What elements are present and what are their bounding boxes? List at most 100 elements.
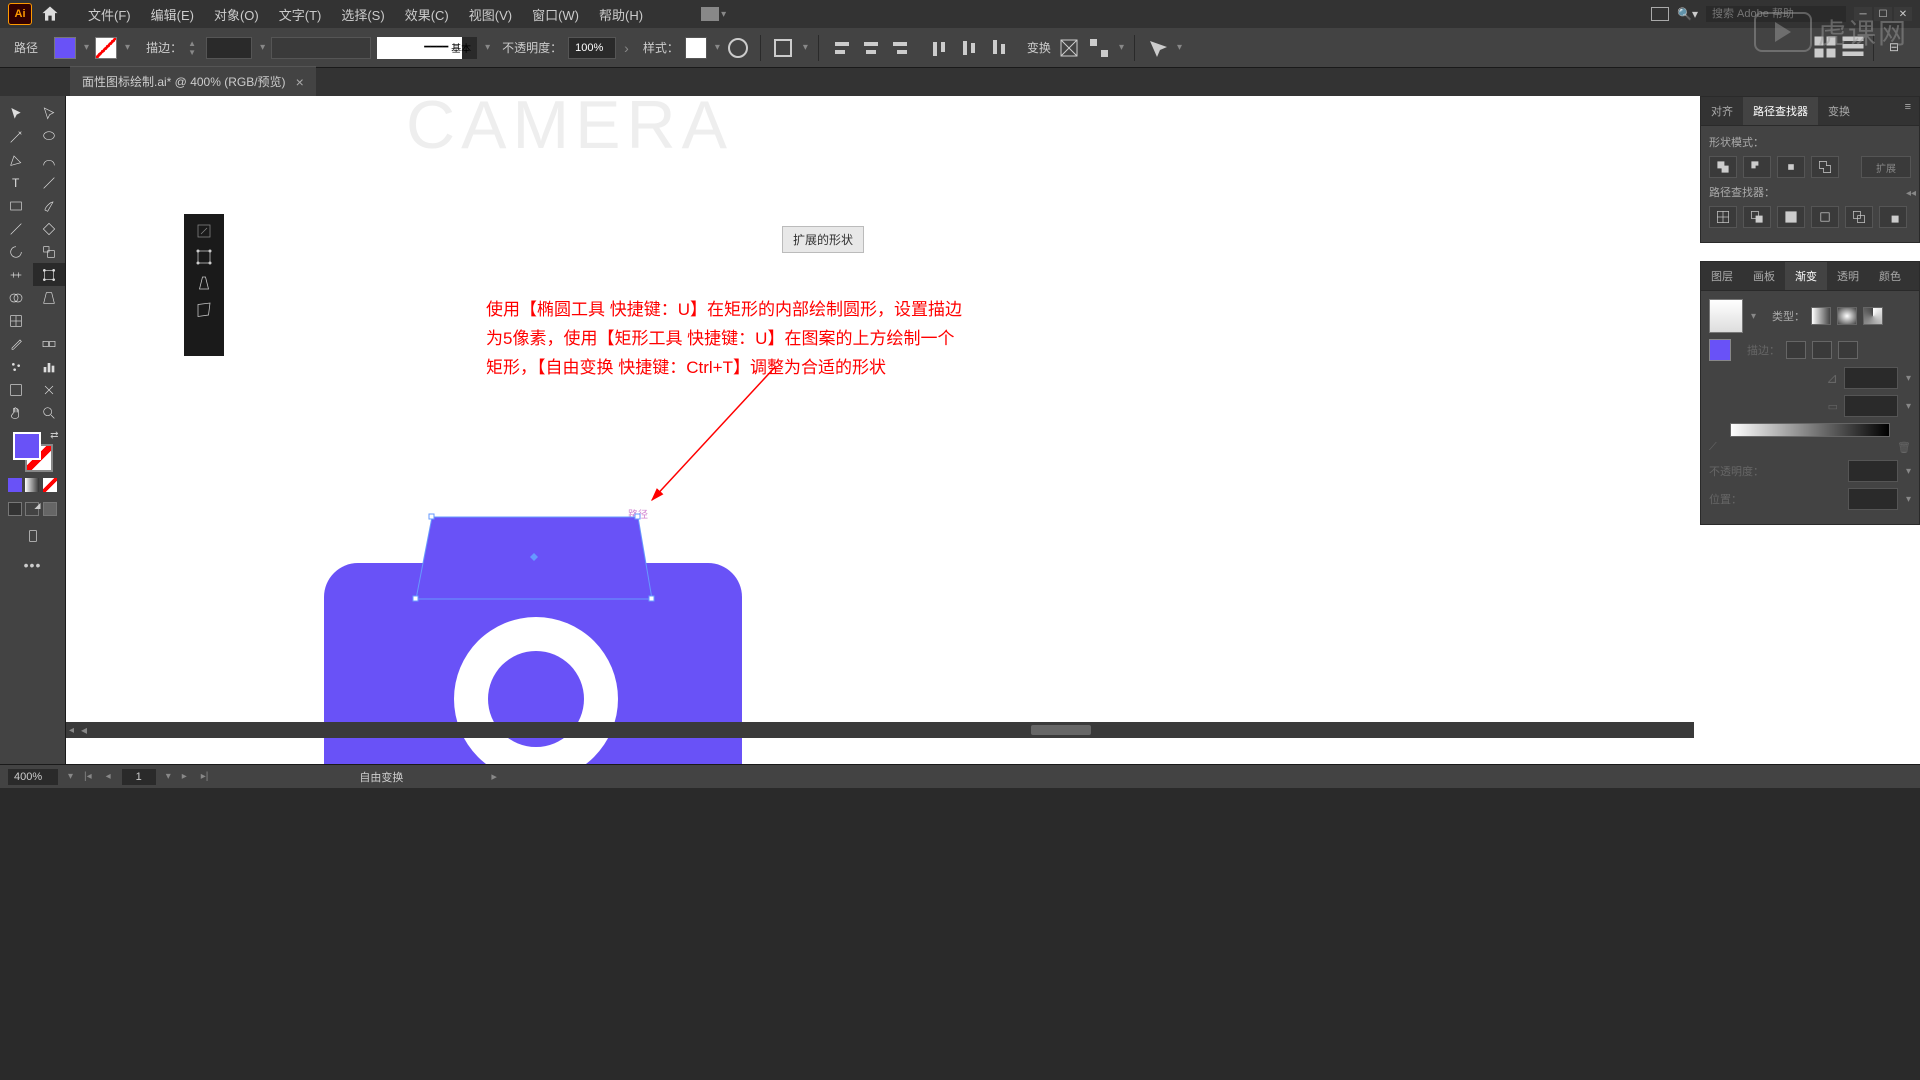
stroke-profile-dropdown[interactable] xyxy=(271,37,371,59)
artboards-tab[interactable]: 画板 xyxy=(1743,262,1785,290)
pf-minus-front-icon[interactable] xyxy=(1743,156,1771,178)
free-transform-widget[interactable] xyxy=(184,214,224,356)
slice-tool[interactable] xyxy=(33,378,66,401)
screen-mode-normal[interactable] xyxy=(8,502,22,516)
menu-file[interactable]: 文件(F) xyxy=(78,1,141,28)
edit-toolbar-tool[interactable] xyxy=(16,524,49,547)
opacity-field[interactable]: 100% xyxy=(568,37,616,59)
pf-merge-icon[interactable] xyxy=(1777,206,1805,228)
pen-tool[interactable] xyxy=(0,148,33,171)
artboard-tool[interactable] xyxy=(0,378,33,401)
stroke-stepper[interactable]: ▲▼ xyxy=(188,39,200,57)
pf-divide-icon[interactable] xyxy=(1709,206,1737,228)
fill-color-swatch[interactable] xyxy=(54,37,76,59)
select-similar-icon[interactable] xyxy=(1145,36,1169,60)
isolate-icon[interactable] xyxy=(1057,36,1081,60)
stroke-color-swatch[interactable] xyxy=(95,37,117,59)
recolor-icon[interactable] xyxy=(726,36,750,60)
perspective-tool[interactable] xyxy=(33,286,66,309)
ft-constrain-icon[interactable] xyxy=(191,220,217,242)
lasso-tool[interactable] xyxy=(33,125,66,148)
pathfinder-tab[interactable]: 路径查找器 xyxy=(1743,97,1818,125)
next-artboard-icon[interactable]: ▸ xyxy=(179,771,190,782)
align-left-icon[interactable] xyxy=(829,36,853,60)
zoom-tool[interactable] xyxy=(33,401,66,424)
expand-shape-button[interactable]: 扩展的形状 xyxy=(782,226,864,253)
swap-colors-icon[interactable]: ⇄ xyxy=(50,430,58,441)
scroll-left-icon[interactable]: ◂ xyxy=(66,725,77,736)
menu-view[interactable]: 视图(V) xyxy=(459,1,522,28)
magic-wand-tool[interactable] xyxy=(0,125,33,148)
style-swatch[interactable] xyxy=(685,37,707,59)
column-graph-tool[interactable] xyxy=(33,355,66,378)
curvature-tool[interactable] xyxy=(33,148,66,171)
first-artboard-icon[interactable]: |◂ xyxy=(81,771,95,782)
ft-free-icon[interactable] xyxy=(191,246,217,268)
mesh-tool[interactable] xyxy=(0,309,33,332)
color-mode-solid[interactable] xyxy=(8,478,22,492)
artboard-number-field[interactable]: 1 xyxy=(122,769,156,785)
fill-stroke-swatch[interactable]: ⇄ xyxy=(13,432,53,472)
shape-builder-tool[interactable] xyxy=(0,286,33,309)
status-play-icon[interactable]: ▸ xyxy=(491,770,497,783)
pf-outline-icon[interactable] xyxy=(1845,206,1873,228)
gradient-dropdown-icon[interactable]: ▾ xyxy=(1751,311,1756,322)
layout-icon[interactable] xyxy=(1651,7,1669,21)
home-icon[interactable] xyxy=(40,4,60,24)
symbol-sprayer-tool[interactable] xyxy=(0,355,33,378)
horizontal-scrollbar[interactable]: ◂ ◂ xyxy=(66,722,1694,738)
direct-selection-tool[interactable] xyxy=(33,102,66,125)
menu-object[interactable]: 对象(O) xyxy=(204,1,269,28)
menu-help[interactable]: 帮助(H) xyxy=(589,1,653,28)
screen-mode-present[interactable] xyxy=(43,502,57,516)
gradient-opacity-field[interactable] xyxy=(1848,460,1898,482)
selection-tool[interactable] xyxy=(0,102,33,125)
gradient-aspect-field[interactable] xyxy=(1844,395,1898,417)
line-tool[interactable] xyxy=(33,171,66,194)
align-tab[interactable]: 对齐 xyxy=(1701,97,1743,125)
ft-distort-icon[interactable] xyxy=(191,298,217,320)
align-right-icon[interactable] xyxy=(889,36,913,60)
gradient-slider[interactable] xyxy=(1730,423,1890,437)
menu-edit[interactable]: 编辑(E) xyxy=(141,1,204,28)
brush-definition-dropdown[interactable]: ━━━━ 基本 xyxy=(377,37,477,59)
menu-select[interactable]: 选择(S) xyxy=(331,1,394,28)
gradient-fill-swatch[interactable] xyxy=(1709,339,1731,361)
transform-tab[interactable]: 变换 xyxy=(1818,97,1860,125)
gradient-angle-field[interactable] xyxy=(1844,367,1898,389)
stroke-apply-across[interactable] xyxy=(1838,341,1858,359)
pf-expand-button[interactable]: 扩展 xyxy=(1861,156,1911,178)
pf-intersect-icon[interactable] xyxy=(1777,156,1805,178)
transform-icon[interactable] xyxy=(771,36,795,60)
stroke-width-field[interactable] xyxy=(206,37,252,59)
gradient-swatch[interactable] xyxy=(1709,299,1743,333)
last-artboard-icon[interactable]: ▸| xyxy=(198,771,212,782)
search-icon[interactable]: 🔍▾ xyxy=(1677,7,1698,21)
color-theme-control[interactable]: ▾ xyxy=(683,7,726,21)
pf-exclude-icon[interactable] xyxy=(1811,156,1839,178)
menu-text[interactable]: 文字(T) xyxy=(269,1,332,28)
width-tool[interactable] xyxy=(0,263,33,286)
gradient-location-field[interactable] xyxy=(1848,488,1898,510)
align-hcenter-icon[interactable] xyxy=(859,36,883,60)
align-top-icon[interactable] xyxy=(927,36,951,60)
gradient-type-linear[interactable] xyxy=(1811,307,1831,325)
align-bottom-icon[interactable] xyxy=(987,36,1011,60)
color-mode-none[interactable] xyxy=(43,478,57,492)
pf-minus-back-icon[interactable] xyxy=(1879,206,1907,228)
transparency-tab[interactable]: 透明 xyxy=(1827,262,1869,290)
pf-unite-icon[interactable] xyxy=(1709,156,1737,178)
rotate-tool[interactable] xyxy=(0,240,33,263)
fill-dropdown-icon[interactable]: ▾ xyxy=(84,42,89,53)
free-transform-tool[interactable] xyxy=(33,263,66,286)
zoom-field[interactable]: 400% xyxy=(8,769,58,785)
gradient-type-freeform[interactable] xyxy=(1863,307,1883,325)
scale-tool[interactable] xyxy=(33,240,66,263)
hand-tool[interactable] xyxy=(0,401,33,424)
rectangle-tool[interactable] xyxy=(0,194,33,217)
color-tab[interactable]: 颜色 xyxy=(1869,262,1911,290)
pf-trim-icon[interactable] xyxy=(1743,206,1771,228)
layers-tab[interactable]: 图层 xyxy=(1701,262,1743,290)
panel-collapse-icon[interactable]: ◂◂ xyxy=(1902,184,1920,202)
gradient-tool[interactable] xyxy=(33,309,66,332)
